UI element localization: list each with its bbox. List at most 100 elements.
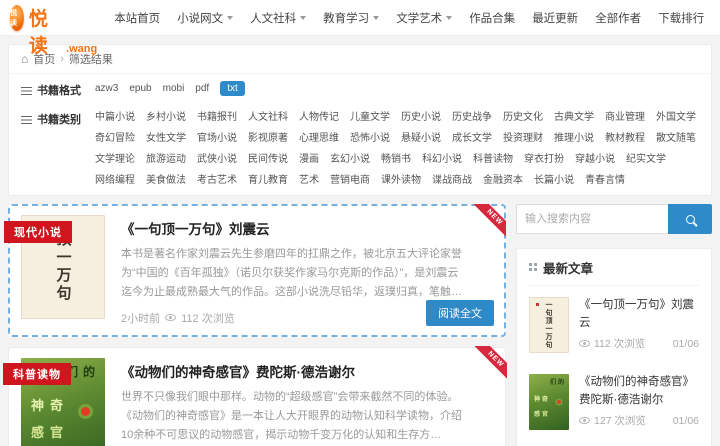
breadcrumb-separator: › (60, 53, 64, 65)
category-chip[interactable]: 育儿教育 (248, 173, 288, 188)
category-chip[interactable]: 奇幻冒险 (95, 131, 135, 146)
post-views: 112 次浏览 (579, 336, 645, 351)
category-chip[interactable]: 悬疑小说 (401, 131, 441, 146)
post-title[interactable]: 《动物们的神奇感官》费陀斯·德浩谢尔 (579, 374, 699, 410)
site-logo[interactable]: 悦读 爱悦读 .wang (10, 0, 97, 58)
nav-item-label: 作品合集 (469, 12, 516, 25)
article-time: 2小时前 (121, 312, 161, 325)
category-chip[interactable]: 课外读物 (381, 173, 421, 188)
filter-icon (21, 115, 32, 124)
nav-item-1[interactable]: 小说网文 (177, 10, 234, 26)
category-chip[interactable]: 民间传说 (248, 152, 288, 167)
nav-item-label: 本站首页 (114, 12, 161, 25)
format-chip-mobi[interactable]: mobi (163, 81, 185, 96)
sidebar-search-button[interactable] (668, 204, 712, 234)
chevron-down-icon (300, 15, 307, 20)
latest-post-item[interactable]: 一句顶一万句 《一句顶一万句》刘震云 112 次浏览 01/06 (529, 286, 699, 363)
home-icon: ⌂ (21, 52, 29, 66)
category-chip[interactable]: 恐怖小说 (350, 131, 390, 146)
category-chip[interactable]: 考古艺术 (197, 173, 237, 188)
category-chip[interactable]: 玄幻小说 (330, 152, 370, 167)
category-chip[interactable]: 商业管理 (605, 110, 645, 125)
category-chip[interactable]: 艺术 (299, 173, 319, 188)
category-chip[interactable]: 人文社科 (248, 110, 288, 125)
filter-icon (21, 86, 32, 95)
nav-item-6[interactable]: 最近更新 (532, 10, 578, 26)
article-title[interactable]: 《一句顶一万句》刘震云 (121, 218, 463, 238)
cover-title-text: 一句顶一万句 (545, 301, 553, 349)
nav-item-2[interactable]: 人文社科 (250, 10, 307, 26)
category-chip[interactable]: 美食做法 (146, 173, 186, 188)
category-chip[interactable]: 书籍报刊 (197, 110, 237, 125)
category-chip[interactable]: 纪实文学 (626, 152, 666, 167)
article-title[interactable]: 《动物们的神奇感官》费陀斯·德浩谢尔 (121, 361, 463, 381)
category-chip[interactable]: 旅游运动 (146, 152, 186, 167)
category-chip[interactable]: 女性文学 (146, 131, 186, 146)
category-chip[interactable]: 官场小说 (197, 131, 237, 146)
breadcrumb-home[interactable]: 首页 (33, 51, 55, 67)
format-chip-txt[interactable]: txt (220, 81, 245, 96)
category-chip[interactable]: 漫画 (299, 152, 319, 167)
category-chip[interactable]: 谍战商战 (432, 173, 472, 188)
category-chip[interactable]: 畅销书 (381, 152, 411, 167)
category-chip[interactable]: 人物传记 (299, 110, 339, 125)
category-chip[interactable]: 穿衣打扮 (524, 152, 564, 167)
category-chip[interactable]: 推理小说 (554, 131, 594, 146)
nav-item-5[interactable]: 作品合集 (469, 10, 515, 26)
category-chip[interactable]: 长篇小说 (534, 173, 574, 188)
latest-articles-title: 最新文章 (543, 262, 594, 276)
eye-icon (579, 340, 590, 347)
category-chip[interactable]: 历史小说 (401, 110, 441, 125)
category-chip[interactable]: 投资理财 (503, 131, 543, 146)
category-chip[interactable]: 乡村小说 (146, 110, 186, 125)
search-input[interactable] (516, 204, 668, 234)
read-more-button[interactable]: 阅读全文 (426, 299, 494, 326)
category-chip[interactable]: 历史文化 (503, 110, 543, 125)
nav-item-label: 最近更新 (532, 12, 579, 25)
category-chip[interactable]: 历史战争 (452, 110, 492, 125)
category-badge[interactable]: 科普读物 (3, 362, 71, 385)
grid-icon (529, 263, 537, 272)
search-icon (685, 214, 695, 224)
nav-item-label: 人文社科 (250, 12, 297, 25)
category-chip[interactable]: 古典文学 (554, 110, 594, 125)
latest-post-item[interactable]: 们的 神奇 感官 《动物们的神奇感官》费陀斯·德浩谢尔 127 次浏览 01/06 (529, 363, 699, 440)
category-chip[interactable]: 科普读物 (473, 152, 513, 167)
post-title[interactable]: 《一句顶一万句》刘震云 (579, 297, 699, 333)
chevron-down-icon (227, 15, 234, 20)
category-chip[interactable]: 儿童文学 (350, 110, 390, 125)
latest-post-item[interactable]: 敦煌守望四十天《敦煌守望四十天》蒋理185 次浏览01/06 (529, 440, 699, 446)
category-chip[interactable]: 成长文学 (452, 131, 492, 146)
book-cover[interactable]: 一句顶一万句 (529, 297, 569, 353)
category-chip[interactable]: 青春言情 (585, 173, 625, 188)
category-chip[interactable]: 营销电商 (330, 173, 370, 188)
post-views-label: 112 次浏览 (594, 338, 646, 350)
category-chip[interactable]: 散文随笔 (656, 131, 696, 146)
new-ribbon-label: NEW (470, 204, 506, 241)
category-chip[interactable]: 外国文学 (656, 110, 696, 125)
category-chip[interactable]: 网络编程 (95, 173, 135, 188)
eye-icon (165, 314, 177, 322)
category-chip[interactable]: 科幻小说 (422, 152, 462, 167)
eye-icon (579, 417, 590, 424)
nav-item-4[interactable]: 文学艺术 (396, 10, 453, 26)
category-chip[interactable]: 心理思维 (299, 131, 339, 146)
format-chip-azw3[interactable]: azw3 (95, 81, 118, 96)
category-chip[interactable]: 武侠小说 (197, 152, 237, 167)
book-cover[interactable]: 们的 神奇 感官 (529, 374, 569, 430)
format-chip-epub[interactable]: epub (129, 81, 151, 96)
nav-item-7[interactable]: 全部作者 (595, 10, 641, 26)
nav-item-3[interactable]: 教育学习 (323, 10, 380, 26)
nav-item-0[interactable]: 本站首页 (114, 10, 160, 26)
frog-eye-graphic (557, 400, 561, 405)
cover-seal (536, 303, 540, 307)
category-badge[interactable]: 现代小说 (4, 221, 72, 243)
category-chip[interactable]: 金融资本 (483, 173, 523, 188)
category-chip[interactable]: 中篇小说 (95, 110, 135, 125)
nav-item-8[interactable]: 下载排行 (658, 10, 704, 26)
category-chip[interactable]: 影视原著 (248, 131, 288, 146)
category-chip[interactable]: 教材教程 (605, 131, 645, 146)
format-chip-pdf[interactable]: pdf (195, 81, 209, 96)
category-chip[interactable]: 文学理论 (95, 152, 135, 167)
category-chip[interactable]: 穿越小说 (575, 152, 615, 167)
